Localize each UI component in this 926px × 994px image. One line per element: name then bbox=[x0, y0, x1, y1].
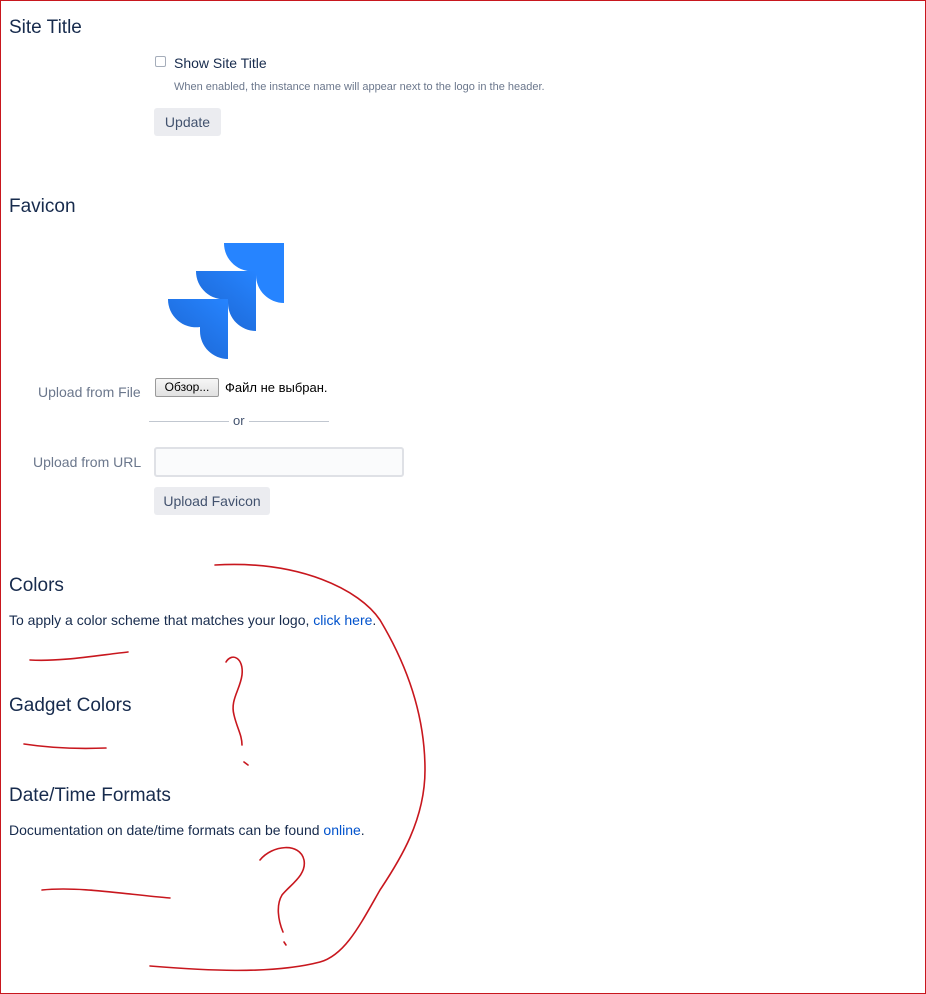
datetime-description: Documentation on date/time formats can b… bbox=[9, 822, 365, 838]
colors-description: To apply a color scheme that matches you… bbox=[9, 612, 376, 628]
favicon-heading: Favicon bbox=[9, 196, 76, 217]
show-site-title-label[interactable]: Show Site Title bbox=[174, 55, 267, 71]
datetime-description-text: Documentation on date/time formats can b… bbox=[9, 822, 324, 838]
show-site-title-checkbox[interactable] bbox=[155, 56, 166, 67]
colors-heading: Colors bbox=[9, 575, 64, 596]
screenshot-frame bbox=[0, 0, 926, 994]
upload-favicon-button[interactable]: Upload Favicon bbox=[154, 487, 270, 515]
update-button[interactable]: Update bbox=[154, 108, 221, 136]
site-title-help-text: When enabled, the instance name will app… bbox=[174, 81, 545, 93]
file-status-text: Файл не выбран. bbox=[225, 380, 328, 395]
datetime-description-suffix: . bbox=[360, 822, 365, 838]
or-label: or bbox=[233, 413, 245, 428]
upload-url-input[interactable] bbox=[154, 447, 404, 477]
datetime-formats-heading: Date/Time Formats bbox=[9, 785, 171, 806]
or-divider-left bbox=[149, 421, 229, 422]
colors-description-suffix: . bbox=[372, 612, 377, 628]
upload-from-file-label: Upload from File bbox=[38, 384, 141, 400]
colors-description-text: To apply a color scheme that matches you… bbox=[9, 612, 314, 628]
browse-file-button[interactable]: Обзор... bbox=[155, 378, 219, 397]
upload-from-url-label: Upload from URL bbox=[33, 454, 142, 470]
or-divider-right bbox=[249, 421, 329, 422]
gadget-colors-heading: Gadget Colors bbox=[9, 695, 132, 716]
jira-logo-icon bbox=[168, 243, 284, 359]
color-scheme-link[interactable]: click here bbox=[313, 612, 372, 628]
datetime-docs-link[interactable]: online bbox=[323, 822, 360, 838]
site-title-heading: Site Title bbox=[9, 17, 82, 38]
